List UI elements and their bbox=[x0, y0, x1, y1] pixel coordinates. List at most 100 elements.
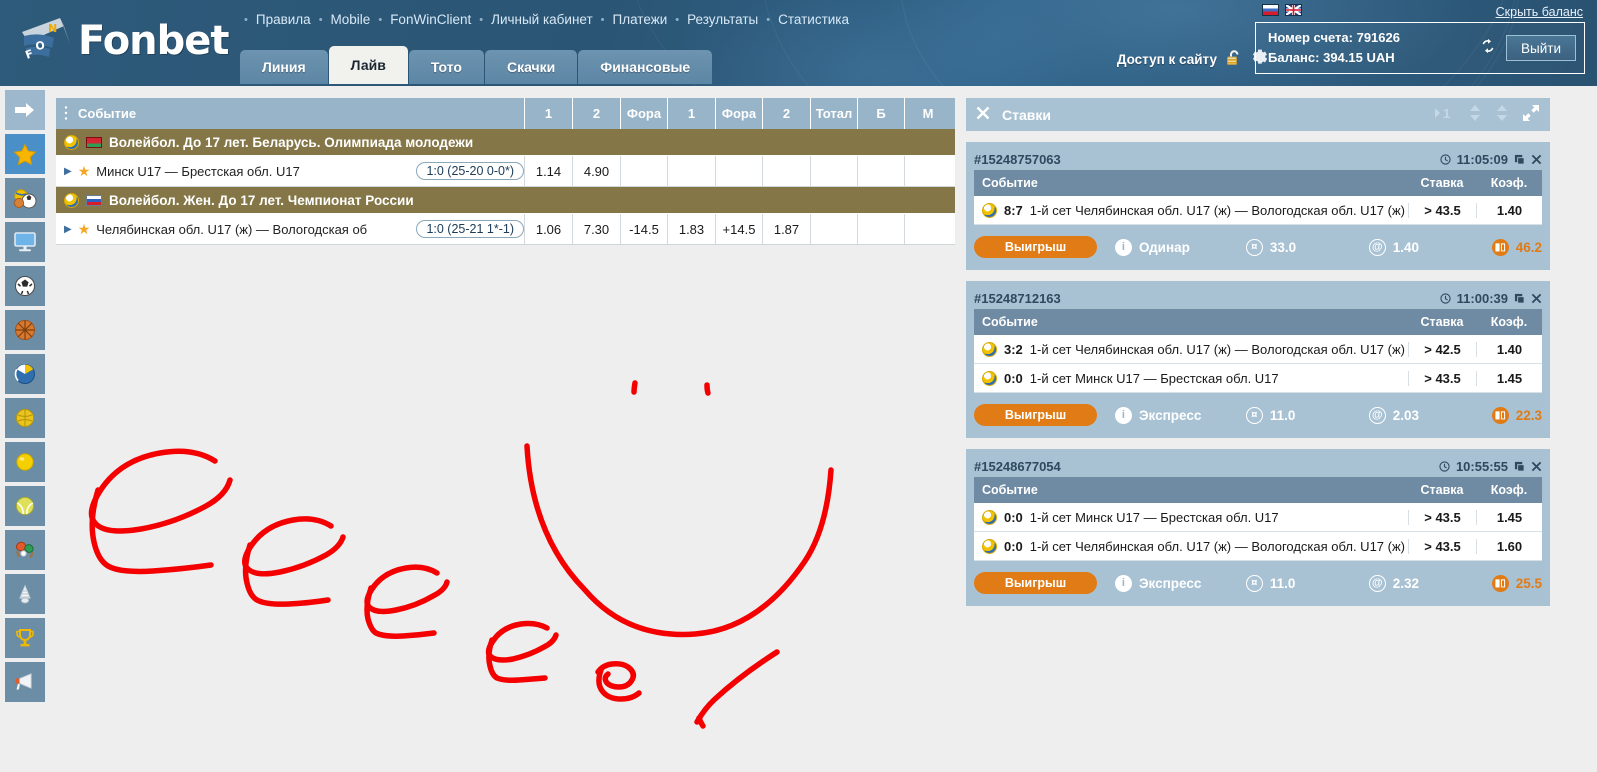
nav-link-payments[interactable]: Платежи bbox=[613, 12, 668, 27]
tab-toto[interactable]: Тото bbox=[408, 50, 484, 84]
th-stake: Ставка bbox=[1420, 483, 1464, 497]
bet-summary: Выигрыш i Экспресс ¤ 11.0 @ 2.03 ▮▯ 22.3 bbox=[974, 400, 1542, 430]
ru-flag-icon[interactable] bbox=[1262, 4, 1279, 16]
sidebar-item-volleyball[interactable] bbox=[5, 354, 45, 394]
volleyball-icon bbox=[982, 538, 997, 554]
tab-skachki[interactable]: Скачки bbox=[484, 50, 578, 84]
payout-amount: 46.2 bbox=[1515, 239, 1543, 255]
info-icon[interactable]: i bbox=[1114, 574, 1132, 592]
bet-time-group: 10:55:55 bbox=[1439, 459, 1542, 474]
close-icon[interactable] bbox=[976, 106, 990, 123]
odd-2a[interactable]: 4.90 bbox=[572, 156, 620, 186]
bet-row[interactable]: 3:2 1-й сет Челябинская обл. U17 (ж) — В… bbox=[974, 335, 1542, 364]
sidebar-item-tv-broadcast[interactable] bbox=[5, 222, 45, 262]
event-cell[interactable]: ▶ ★ Челябинская обл. U17 (ж) — Вологодск… bbox=[56, 214, 524, 244]
scroll-up-down-icon-1[interactable] bbox=[1468, 104, 1482, 125]
info-icon[interactable]: i bbox=[1114, 238, 1132, 256]
sidebar-item-handball[interactable] bbox=[5, 398, 45, 438]
nav-link-statistics[interactable]: Статистика bbox=[778, 12, 849, 27]
odd-b[interactable] bbox=[857, 156, 904, 186]
scroll-up-down-icon-2[interactable] bbox=[1495, 104, 1509, 125]
bet-amount: 33.0 bbox=[1269, 239, 1297, 255]
sidebar-collapse-arrow-icon[interactable] bbox=[5, 90, 45, 130]
clock-icon bbox=[1440, 292, 1451, 304]
logout-button[interactable]: Выйти bbox=[1506, 35, 1576, 61]
sidebar-item-tennis[interactable] bbox=[5, 486, 45, 526]
odd-1b[interactable] bbox=[667, 156, 715, 186]
odd-m[interactable] bbox=[904, 214, 951, 244]
table-row[interactable]: ▶ ★ Челябинская обл. U17 (ж) — Вологодск… bbox=[56, 214, 955, 245]
nav-link-rules[interactable]: Правила bbox=[256, 12, 311, 27]
odd-2a[interactable]: 7.30 bbox=[572, 214, 620, 244]
odd-total[interactable] bbox=[810, 214, 857, 244]
sidebar-item-basketball[interactable] bbox=[5, 310, 45, 350]
bet-score: 8:7 bbox=[1004, 202, 1023, 218]
hide-balance-link[interactable]: Скрыть баланс bbox=[1496, 5, 1583, 19]
nav-link-account[interactable]: Личный кабинет bbox=[491, 12, 593, 27]
sidebar-item-trophy[interactable] bbox=[5, 618, 45, 658]
bet-time: 10:55:55 bbox=[1455, 458, 1508, 474]
favorite-star-icon[interactable]: ★ bbox=[78, 221, 91, 238]
sidebar-item-announcements[interactable] bbox=[5, 662, 45, 702]
sidebar-item-table-tennis[interactable] bbox=[5, 530, 45, 570]
nav-link-fonwinclient[interactable]: FonWinClient bbox=[390, 12, 471, 27]
odd-total[interactable] bbox=[810, 156, 857, 186]
nav-link-results[interactable]: Результаты bbox=[687, 12, 758, 27]
sidebar-item-football[interactable] bbox=[5, 266, 45, 306]
en-flag-icon[interactable] bbox=[1285, 4, 1302, 16]
odd-2b[interactable] bbox=[762, 156, 810, 186]
bet-time-group: 11:00:39 bbox=[1440, 291, 1542, 306]
odd-fora-1[interactable]: -14.5 bbox=[620, 214, 667, 244]
expand-triangle-icon[interactable]: ▶ bbox=[64, 166, 72, 177]
odd-1a[interactable]: 1.06 bbox=[524, 214, 572, 244]
tab-finansovye[interactable]: Финансовые bbox=[578, 50, 713, 84]
expand-icon[interactable] bbox=[1522, 104, 1540, 125]
bet-row[interactable]: 0:0 1-й сет Минск U17 — Брестская обл. U… bbox=[974, 503, 1542, 532]
volleyball-icon bbox=[64, 134, 79, 150]
sidebar-item-all-sports[interactable] bbox=[5, 178, 45, 218]
odd-m[interactable] bbox=[904, 156, 951, 186]
odd-fora-2[interactable] bbox=[715, 156, 762, 186]
sidebar-item-badminton[interactable] bbox=[5, 574, 45, 614]
page-forward-icon[interactable]: 1 bbox=[1433, 106, 1455, 123]
bet-table-header: Событие Ставка Коэф. bbox=[974, 477, 1542, 503]
bet-event-name: 1-й сет Минск U17 — Брестская обл. U17 bbox=[1029, 370, 1279, 386]
table-row[interactable]: ▶ ★ Минск U17 — Брестская обл. U17 1:0 (… bbox=[56, 156, 955, 187]
bet-row[interactable]: 0:0 1-й сет Минск U17 — Брестская обл. U… bbox=[974, 364, 1542, 393]
sidebar-item-favorites[interactable] bbox=[5, 134, 45, 174]
odd-2b[interactable]: 1.87 bbox=[762, 214, 810, 244]
bet-event-name: 1-й сет Минск U17 — Брестская обл. U17 bbox=[1029, 509, 1279, 525]
bet-row[interactable]: 8:7 1-й сет Челябинская обл. U17 (ж) — В… bbox=[974, 196, 1542, 225]
league-header-row[interactable]: Волейбол. Жен. До 17 лет. Чемпионат Росс… bbox=[56, 187, 955, 214]
bet-row[interactable]: 0:0 1-й сет Челябинская обл. U17 (ж) — В… bbox=[974, 532, 1542, 561]
nav-link-mobile[interactable]: Mobile bbox=[331, 12, 371, 27]
tab-liniya[interactable]: Линия bbox=[240, 50, 328, 84]
bet-type-group: i Экспресс bbox=[1114, 574, 1246, 592]
col-fora-1: Фора bbox=[620, 98, 667, 129]
bet-type: Одинар bbox=[1138, 239, 1190, 255]
bet-id: #15248712163 bbox=[974, 290, 1061, 306]
info-icon[interactable]: i bbox=[1114, 406, 1132, 424]
close-icon bbox=[1531, 293, 1542, 303]
event-cell[interactable]: ▶ ★ Минск U17 — Брестская обл. U17 1:0 (… bbox=[56, 156, 524, 186]
at-sign-icon: @ bbox=[1368, 574, 1386, 592]
favorite-star-icon[interactable]: ★ bbox=[78, 163, 91, 180]
sidebar-item-billiards[interactable] bbox=[5, 442, 45, 482]
col-1b: 1 bbox=[667, 98, 715, 129]
refresh-icon[interactable] bbox=[1479, 37, 1497, 60]
odd-fora-2[interactable]: +14.5 bbox=[715, 214, 762, 244]
logo[interactable]: F O N Fonbet bbox=[14, 10, 230, 72]
expand-triangle-icon[interactable]: ▶ bbox=[64, 224, 72, 235]
account-info: Номер счета: 791626 Баланс: 394.15 UAH bbox=[1268, 28, 1479, 68]
odd-b[interactable] bbox=[857, 214, 904, 244]
volleyball-icon bbox=[64, 192, 79, 208]
th-odds: Коэф. bbox=[1490, 176, 1528, 190]
odd-1a[interactable]: 1.14 bbox=[524, 156, 572, 186]
unlock-icon[interactable] bbox=[1225, 48, 1245, 71]
odd-fora-1[interactable] bbox=[620, 156, 667, 186]
odd-1b[interactable]: 1.83 bbox=[667, 214, 715, 244]
column-menu-icon[interactable] bbox=[64, 105, 68, 123]
payout-icon: ▮▯ bbox=[1491, 574, 1509, 592]
tab-layv[interactable]: Лайв bbox=[328, 46, 408, 84]
league-header-row[interactable]: Волейбол. До 17 лет. Беларусь. Олимпиада… bbox=[56, 129, 955, 156]
